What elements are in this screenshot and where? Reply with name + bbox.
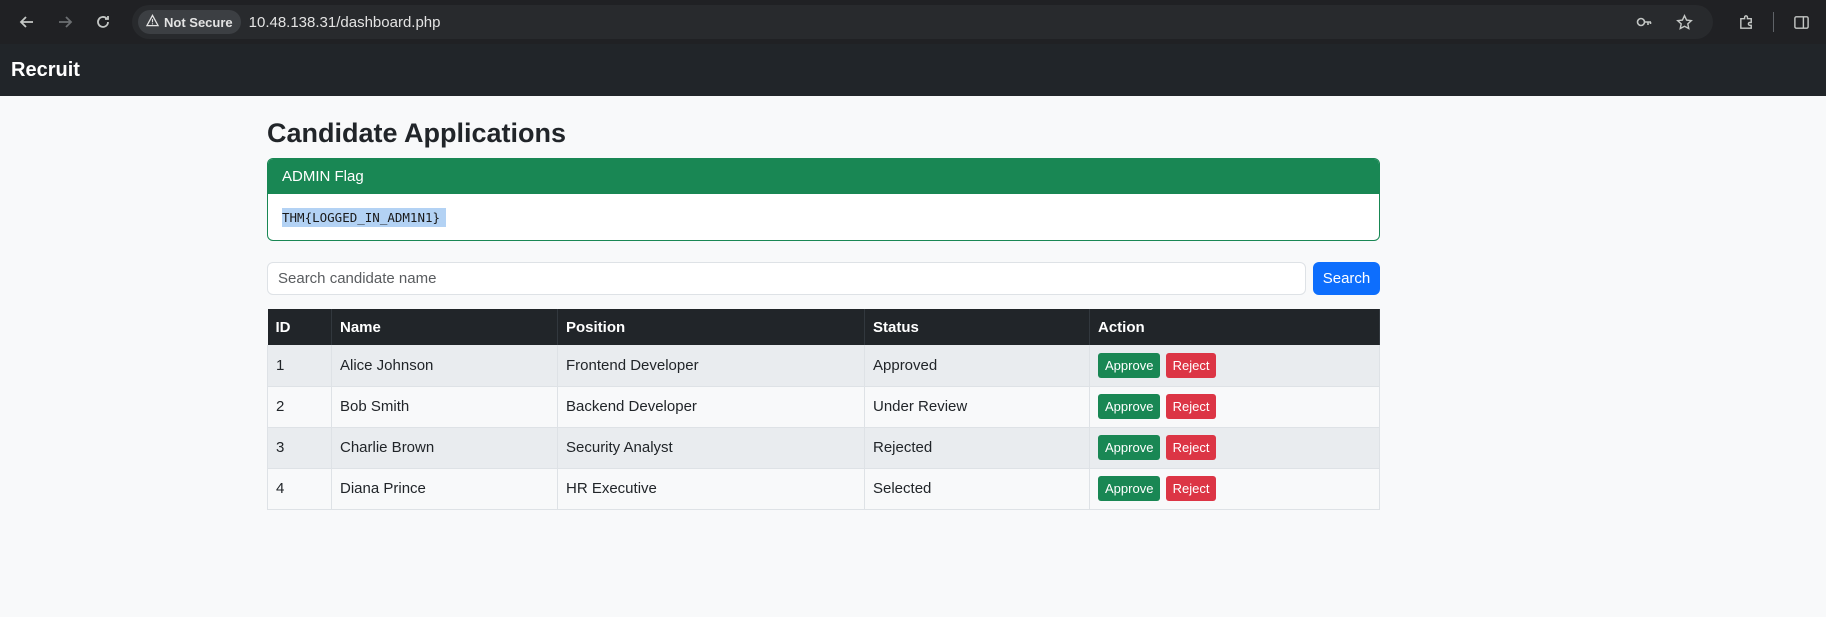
back-arrow-icon[interactable] bbox=[10, 5, 44, 39]
address-bar[interactable]: Not Secure 10.48.138.31/dashboard.php bbox=[132, 5, 1713, 39]
cell-action: Approve Reject bbox=[1089, 386, 1380, 428]
reject-button[interactable]: Reject bbox=[1165, 352, 1217, 378]
toolbar-divider bbox=[1773, 12, 1774, 32]
cell-id: 1 bbox=[267, 345, 332, 387]
candidates-table: ID Name Position Status Action 1 Alice J… bbox=[267, 309, 1380, 510]
url-text[interactable]: 10.48.138.31/dashboard.php bbox=[249, 14, 441, 31]
cell-position: HR Executive bbox=[557, 468, 865, 510]
password-key-icon[interactable] bbox=[1629, 7, 1659, 37]
cell-action: Approve Reject bbox=[1089, 427, 1380, 469]
table-row: 3 Charlie Brown Security Analyst Rejecte… bbox=[267, 427, 1380, 469]
cell-id: 2 bbox=[267, 386, 332, 428]
cell-status: Rejected bbox=[864, 427, 1090, 469]
approve-button[interactable]: Approve bbox=[1098, 352, 1161, 378]
page-title: Candidate Applications bbox=[267, 118, 567, 148]
column-header-action: Action bbox=[1089, 309, 1380, 345]
forward-arrow-icon[interactable] bbox=[48, 5, 82, 39]
cell-position: Frontend Developer bbox=[557, 345, 865, 387]
browser-toolbar: Not Secure 10.48.138.31/dashboard.php bbox=[0, 0, 1826, 44]
admin-flag-card: ADMIN Flag THM{LOGGED_IN_ADM1N1} bbox=[267, 158, 1380, 241]
table-row: 2 Bob Smith Backend Developer Under Revi… bbox=[267, 386, 1380, 428]
table-row: 4 Diana Prince HR Executive Selected App… bbox=[267, 468, 1380, 510]
extensions-icon[interactable] bbox=[1731, 7, 1761, 37]
column-header-status: Status bbox=[864, 309, 1090, 345]
table-header-row: ID Name Position Status Action bbox=[267, 309, 1380, 345]
cell-status: Approved bbox=[864, 345, 1090, 387]
cell-status: Selected bbox=[864, 468, 1090, 510]
security-label: Not Secure bbox=[164, 14, 233, 30]
reload-icon[interactable] bbox=[86, 5, 120, 39]
cell-id: 4 bbox=[267, 468, 332, 510]
cell-position: Security Analyst bbox=[557, 427, 865, 469]
site-navbar: Recruit bbox=[0, 44, 1826, 96]
search-button[interactable]: Search bbox=[1313, 262, 1380, 295]
cell-name: Diana Prince bbox=[331, 468, 558, 510]
column-header-id: ID bbox=[267, 309, 332, 345]
flag-card-header: ADMIN Flag bbox=[268, 159, 1379, 194]
cell-action: Approve Reject bbox=[1089, 345, 1380, 387]
cell-name: Charlie Brown bbox=[331, 427, 558, 469]
approve-button[interactable]: Approve bbox=[1098, 476, 1161, 501]
table-row: 1 Alice Johnson Frontend Developer Appro… bbox=[267, 345, 1380, 387]
approve-button[interactable]: Approve bbox=[1098, 435, 1161, 460]
cell-status: Under Review bbox=[864, 386, 1090, 428]
cell-name: Bob Smith bbox=[331, 386, 558, 428]
main-content: Candidate Applications ADMIN Flag THM{LO… bbox=[267, 116, 1380, 510]
reject-button[interactable]: Reject bbox=[1165, 435, 1217, 460]
approve-button[interactable]: Approve bbox=[1098, 394, 1161, 419]
cell-id: 3 bbox=[267, 427, 332, 469]
cell-action: Approve Reject bbox=[1089, 468, 1380, 510]
brand-logo[interactable]: Recruit bbox=[11, 59, 80, 82]
column-header-position: Position bbox=[557, 309, 865, 345]
column-header-name: Name bbox=[331, 309, 558, 345]
flag-value: THM{LOGGED_IN_ADM1N1} bbox=[282, 207, 447, 227]
flag-card-body: THM{LOGGED_IN_ADM1N1} bbox=[268, 194, 1379, 240]
cell-name: Alice Johnson bbox=[331, 345, 558, 387]
bookmark-star-icon[interactable] bbox=[1669, 7, 1699, 37]
cell-position: Backend Developer bbox=[557, 386, 865, 428]
reject-button[interactable]: Reject bbox=[1165, 476, 1217, 501]
side-panel-icon[interactable] bbox=[1786, 7, 1816, 37]
search-input[interactable] bbox=[267, 262, 1306, 295]
warning-triangle-icon bbox=[145, 14, 160, 30]
security-indicator[interactable]: Not Secure bbox=[138, 10, 241, 34]
reject-button[interactable]: Reject bbox=[1165, 394, 1217, 419]
search-form: Search bbox=[267, 262, 1380, 295]
